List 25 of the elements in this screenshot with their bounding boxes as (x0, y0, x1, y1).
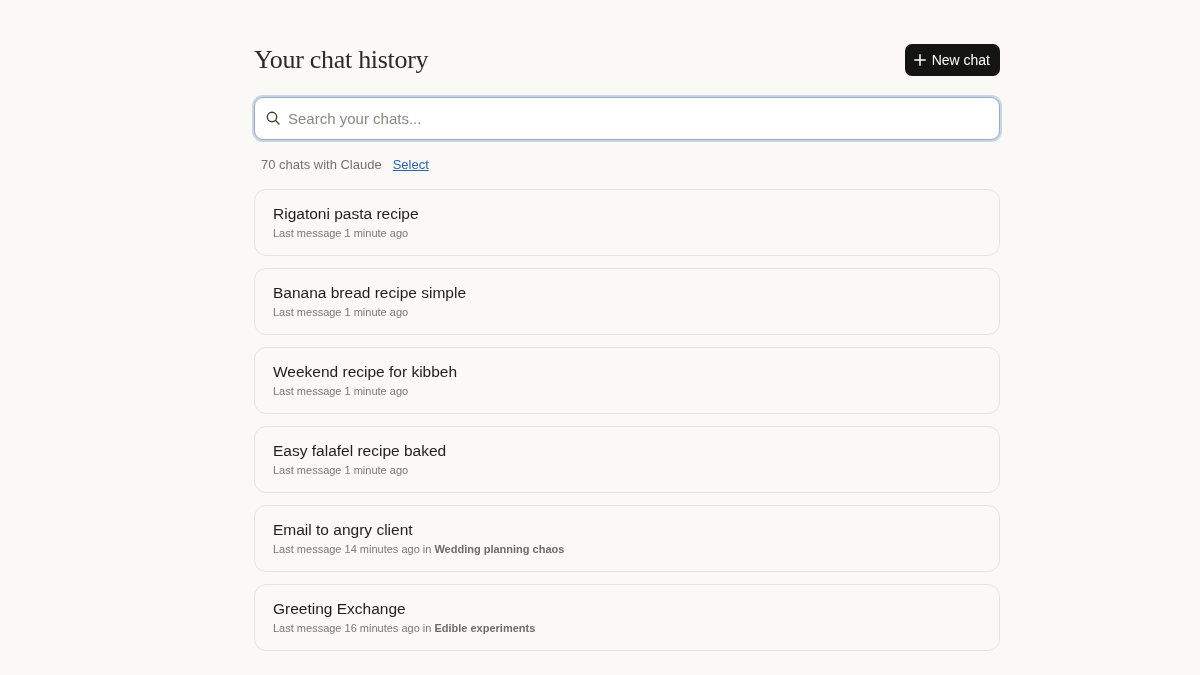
new-chat-button[interactable]: New chat (904, 44, 1000, 76)
chat-meta: Last message 1 minute ago (273, 384, 409, 399)
chat-count: 70 chats with Claude (261, 156, 382, 172)
chat-card[interactable]: Easy falafel recipe baked Last message 1 minute ago (254, 426, 1000, 493)
chat-title: Rigatoni pasta recipe (273, 204, 419, 224)
chat-meta: Last message 1 minute ago (273, 463, 409, 478)
page-title: Your chat history (254, 44, 429, 76)
chat-meta: Last message 1 minute ago (273, 226, 409, 241)
chat-title: Weekend recipe for kibbeh (273, 362, 458, 382)
chat-meta: Last message 1 minute ago (273, 305, 409, 320)
chat-card[interactable]: Greeting Exchange Last message 16 minutes ago in Edible experiments (254, 584, 1000, 651)
select-link[interactable]: Select (392, 156, 429, 172)
chat-title: Banana bread recipe simple (273, 283, 466, 303)
chat-card[interactable]: Email to angry client Last message 14 minutes ago in Wedding planning chaos (254, 505, 1000, 572)
chat-card[interactable]: Rigatoni pasta recipe Last message 1 minute ago (254, 189, 1000, 256)
chat-meta: Last message 16 minutes ago in Edible experiments (273, 621, 536, 636)
search-field[interactable]: Search your chats... (254, 97, 1000, 140)
chat-card[interactable]: Weekend recipe for kibbeh Last message 1 minute ago (254, 347, 1000, 414)
chat-title: Greeting Exchange (273, 599, 406, 619)
chat-meta: Last message 14 minutes ago in Wedding planning chaos (273, 542, 565, 557)
search-icon (266, 111, 280, 125)
plus-icon (913, 54, 926, 66)
chat-card[interactable]: Banana bread recipe simple Last message 1 minute ago (254, 268, 1000, 335)
chat-title: Email to angry client (273, 520, 413, 540)
chat-title: Easy falafel recipe baked (273, 441, 447, 461)
